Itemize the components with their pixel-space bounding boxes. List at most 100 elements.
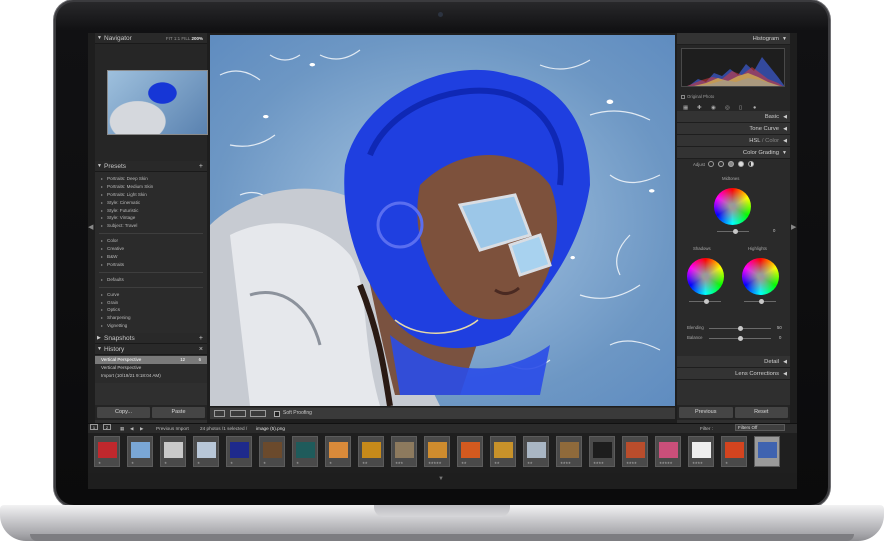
checkbox[interactable] [681, 94, 685, 99]
filmstrip-thumbnail[interactable]: ★ [721, 436, 747, 467]
snapshots-title: Snapshots [104, 335, 135, 343]
lens-corrections-title: Lens Corrections [735, 371, 779, 377]
history-step[interactable]: Import (10/19/21 9:18:04 AM) [95, 372, 207, 380]
history-step[interactable]: Vertical Perspective [95, 364, 207, 372]
filmstrip-thumbnail[interactable]: ★★★★ [688, 436, 714, 467]
color-grading-header[interactable]: Color Grading ▼ [677, 147, 790, 159]
filmstrip-thumbnail[interactable]: ★★★★★ [424, 436, 450, 467]
filmstrip-thumbnail[interactable]: ★★ [358, 436, 384, 467]
preset-item[interactable]: Subject: Travel [95, 222, 207, 230]
slider-knob[interactable] [738, 336, 743, 341]
secondary-display-button[interactable]: 2 [103, 424, 111, 430]
preset-item[interactable]: Style: Cinematic [95, 199, 207, 207]
preset-group[interactable]: Curve [95, 291, 207, 299]
filmstrip-thumbnail[interactable]: ★ [226, 436, 252, 467]
filmstrip-thumbnail[interactable]: ★ [325, 436, 351, 467]
laptop-foot [30, 534, 854, 541]
left-panel-toggle-icon[interactable]: ◀ [88, 223, 93, 231]
three-way-mode-icon[interactable] [708, 161, 714, 167]
slider-knob[interactable] [738, 326, 743, 331]
navigator-zoom-options[interactable]: FIT 1:1 FILL 200% [166, 33, 203, 44]
paste-button[interactable]: Paste [152, 407, 205, 418]
lens-corrections-header[interactable]: Lens Corrections ◀ [677, 368, 790, 380]
clear-history-icon[interactable]: × [199, 344, 203, 355]
filmstrip-thumbnail[interactable]: ★★ [523, 436, 549, 467]
zoom-1-1[interactable]: 1:1 [174, 36, 180, 41]
snapshots-header[interactable]: ▶ Snapshots + [95, 333, 207, 345]
right-panel-toggle-icon[interactable]: ▶ [791, 223, 796, 231]
primary-display-button[interactable]: 1 [90, 424, 98, 430]
slider-knob[interactable] [704, 299, 709, 304]
original-photo-toggle[interactable]: Original Photo [681, 94, 714, 99]
detail-header[interactable]: Detail ◀ [677, 356, 790, 368]
filmstrip-thumbnail[interactable]: ★★★★ [589, 436, 615, 467]
filmstrip-thumbnail[interactable]: ★ [160, 436, 186, 467]
loupe-view-icon[interactable] [214, 410, 225, 417]
preset-group[interactable]: Sharpening [95, 314, 207, 322]
histogram-header[interactable]: Histogram ▼ [677, 33, 790, 45]
filmstrip-thumbnail[interactable]: ★ [292, 436, 318, 467]
navigator-preview [95, 44, 208, 161]
compare-view-icon[interactable] [250, 410, 266, 417]
filmstrip-thumbnail[interactable]: ★★★★ [556, 436, 582, 467]
soft-proofing-checkbox[interactable] [274, 411, 280, 417]
global-mode-icon[interactable] [748, 161, 754, 167]
filmstrip-thumbnail[interactable]: ★ [193, 436, 219, 467]
midtones-color-wheel[interactable] [714, 188, 751, 225]
filmstrip-toggle-icon[interactable]: ▼ [438, 476, 444, 482]
navigator-header[interactable]: ▼ Navigator FIT 1:1 FILL 200% [95, 33, 207, 44]
tone-curve-header[interactable]: Tone Curve ◀ [677, 123, 790, 135]
preset-group[interactable]: Grain [95, 299, 207, 307]
hsl-header[interactable]: HSL / Color ◀ [677, 135, 790, 147]
add-preset-icon[interactable]: + [199, 161, 203, 172]
expand-icon: ▶ [97, 335, 101, 342]
add-snapshot-icon[interactable]: + [199, 333, 203, 344]
shadows-color-wheel[interactable] [687, 258, 724, 295]
shadows-mode-icon[interactable] [718, 161, 724, 167]
preset-item[interactable]: Style: Vintage [95, 214, 207, 222]
slider-knob[interactable] [733, 229, 738, 234]
highlights-color-wheel[interactable] [742, 258, 779, 295]
collapse-icon: ▼ [782, 150, 787, 156]
main-photo[interactable] [210, 35, 675, 406]
navigator-thumbnail[interactable] [107, 70, 208, 135]
before-after-icon[interactable] [230, 410, 246, 417]
slider-knob[interactable] [759, 299, 764, 304]
presets-header[interactable]: ▼ Presets + [95, 161, 207, 172]
filmstrip-thumbnail[interactable]: ★★★★★ [655, 436, 681, 467]
preset-group[interactable]: Optics [95, 306, 207, 314]
history-header[interactable]: ▼ History × [95, 344, 207, 356]
zoom-current[interactable]: 200% [191, 36, 203, 41]
divider [99, 233, 203, 235]
basic-header[interactable]: Basic ◀ [677, 111, 790, 123]
preset-item[interactable]: Portraits: Deep Skin [95, 175, 207, 183]
midtones-mode-icon[interactable] [728, 161, 734, 167]
preset-item[interactable]: Portraits: Medium Skin [95, 183, 207, 191]
filmstrip-thumbnail[interactable]: ★★★★ [622, 436, 648, 467]
previous-button[interactable]: Previous [679, 407, 733, 418]
zoom-fill[interactable]: FILL [181, 36, 190, 41]
filmstrip-thumbnail[interactable]: ★ [754, 436, 780, 467]
filter-dropdown[interactable]: Filters Off [735, 424, 785, 431]
copy-button[interactable]: Copy... [97, 407, 150, 418]
filmstrip: ★ ★ ★ ★ ★ ★ ★ ★ ★★ ★★★ ★★★★★ ★★ ★★ ★★ ★★★★ ★★★★ ★★★★ ★★★★… [88, 433, 797, 473]
preset-group[interactable]: Portraits [95, 261, 207, 269]
filmstrip-thumbnail[interactable]: ★★ [457, 436, 483, 467]
reset-button[interactable]: Reset [734, 407, 788, 418]
filmstrip-thumbnail[interactable]: ★ [259, 436, 285, 467]
highlights-mode-icon[interactable] [738, 161, 744, 167]
preset-group[interactable]: Color [95, 237, 207, 245]
preset-item[interactable]: Style: Futuristic [95, 207, 207, 215]
history-step[interactable]: Vertical Perspective 12 6 [95, 356, 207, 365]
filmstrip-thumbnail[interactable]: ★★★ [391, 436, 417, 467]
zoom-fit[interactable]: FIT [166, 36, 173, 41]
filmstrip-thumbnail[interactable]: ★ [127, 436, 153, 467]
preset-group[interactable]: Defaults [95, 276, 207, 284]
preset-group[interactable]: B&W [95, 253, 207, 261]
filmstrip-thumbnail[interactable]: ★★ [490, 436, 516, 467]
preset-group[interactable]: Creative [95, 245, 207, 253]
preset-item[interactable]: Portraits: Light Skin [95, 191, 207, 199]
filmstrip-thumbnail[interactable]: ★ [94, 436, 120, 467]
thumbnail-rating: ★★ [461, 461, 467, 465]
preset-group[interactable]: Vignetting [95, 322, 207, 330]
